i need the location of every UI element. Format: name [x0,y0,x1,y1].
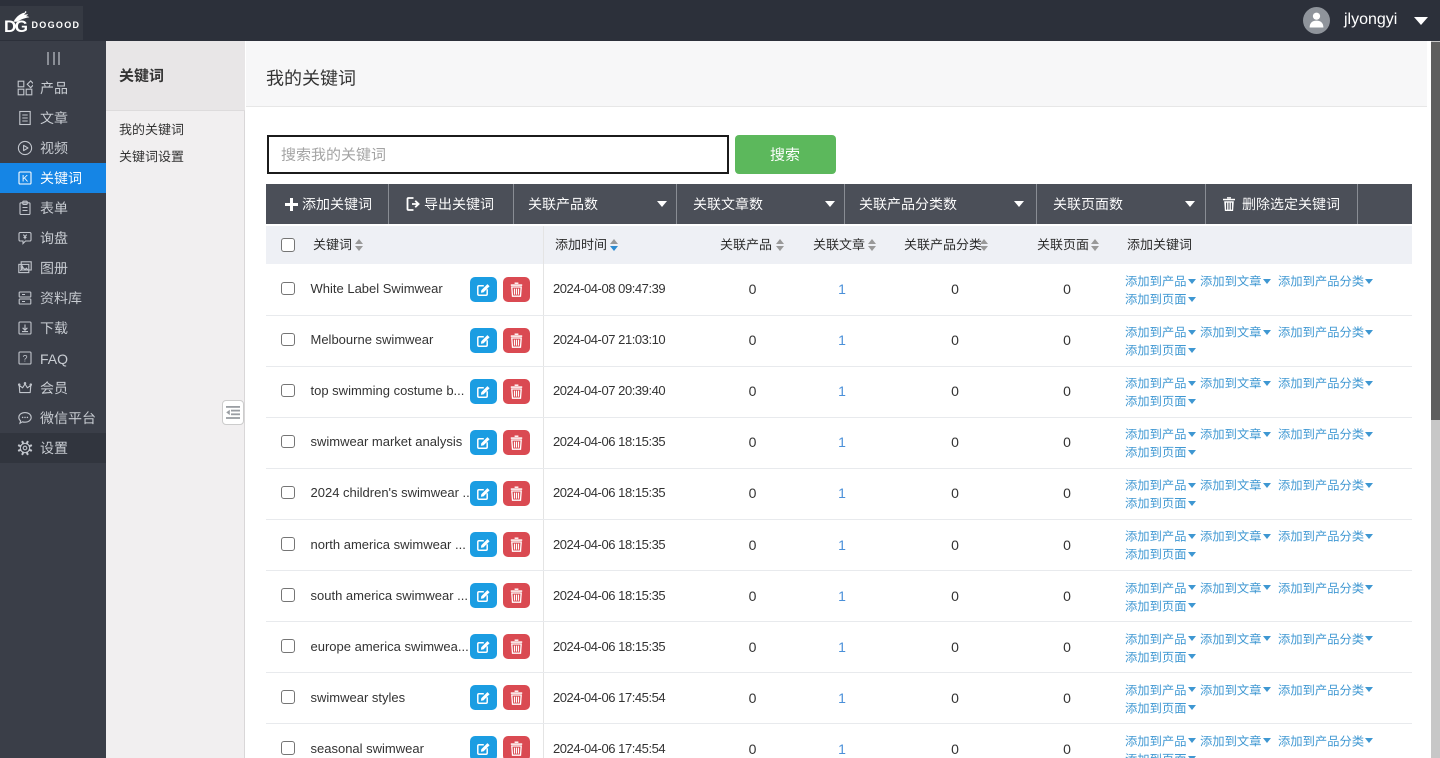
svg-text:?: ? [22,353,27,363]
svg-text:K: K [22,174,29,185]
